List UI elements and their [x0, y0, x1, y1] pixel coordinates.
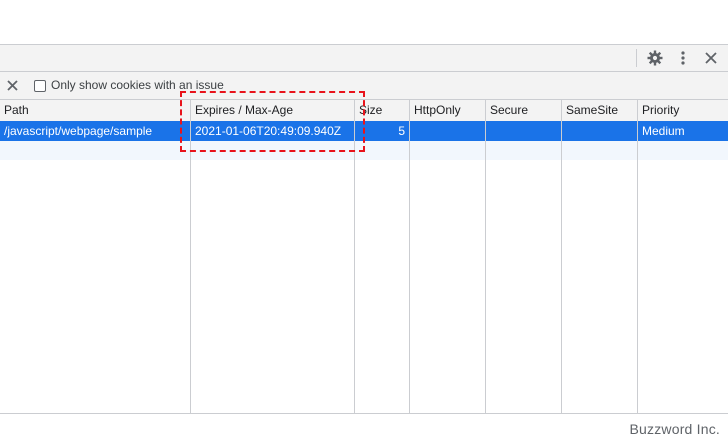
- column-header-secure[interactable]: Secure: [486, 100, 561, 121]
- column-divider[interactable]: [485, 100, 486, 413]
- column-header-expires[interactable]: Expires / Max-Age: [191, 100, 354, 121]
- column-divider[interactable]: [354, 100, 355, 413]
- devtools-top-area: [0, 0, 728, 45]
- vertical-ellipsis-icon[interactable]: [674, 49, 692, 67]
- watermark-text: Buzzword Inc.: [629, 421, 720, 437]
- gear-icon[interactable]: [646, 49, 664, 67]
- column-divider[interactable]: [637, 100, 638, 413]
- column-header-httponly[interactable]: HttpOnly: [410, 100, 485, 121]
- cell-priority: Medium: [642, 124, 685, 138]
- cookies-filter-bar: Only show cookies with an issue: [0, 72, 728, 100]
- only-issues-checkbox[interactable]: [34, 80, 46, 92]
- table-row[interactable]: /javascript/webpage/sample 2021-01-06T20…: [0, 121, 728, 141]
- cell-size: 5: [398, 124, 405, 138]
- column-divider[interactable]: [561, 100, 562, 413]
- cell-samesite: [562, 121, 637, 141]
- cell-secure: [486, 121, 561, 141]
- column-header-size[interactable]: Size: [355, 100, 409, 121]
- column-header-samesite[interactable]: SameSite: [562, 100, 637, 121]
- toolbar-divider: [636, 49, 637, 67]
- only-issues-label: Only show cookies with an issue: [51, 78, 224, 92]
- cell-path: /javascript/webpage/sample: [4, 124, 153, 138]
- column-header-priority[interactable]: Priority: [638, 100, 728, 121]
- close-icon[interactable]: [702, 49, 720, 67]
- cookies-toolbar: [0, 45, 728, 72]
- column-header-path[interactable]: Path: [0, 100, 190, 121]
- column-divider[interactable]: [409, 100, 410, 413]
- cell-expires: 2021-01-06T20:49:09.940Z: [195, 124, 342, 138]
- clear-cookies-icon[interactable]: [5, 78, 19, 92]
- footer-area: Buzzword Inc.: [0, 413, 728, 441]
- empty-table-row: [0, 141, 728, 160]
- cookies-table-header: Path Expires / Max-Age Size HttpOnly Sec…: [0, 100, 728, 122]
- column-divider[interactable]: [190, 100, 191, 413]
- cell-httponly: [410, 121, 485, 141]
